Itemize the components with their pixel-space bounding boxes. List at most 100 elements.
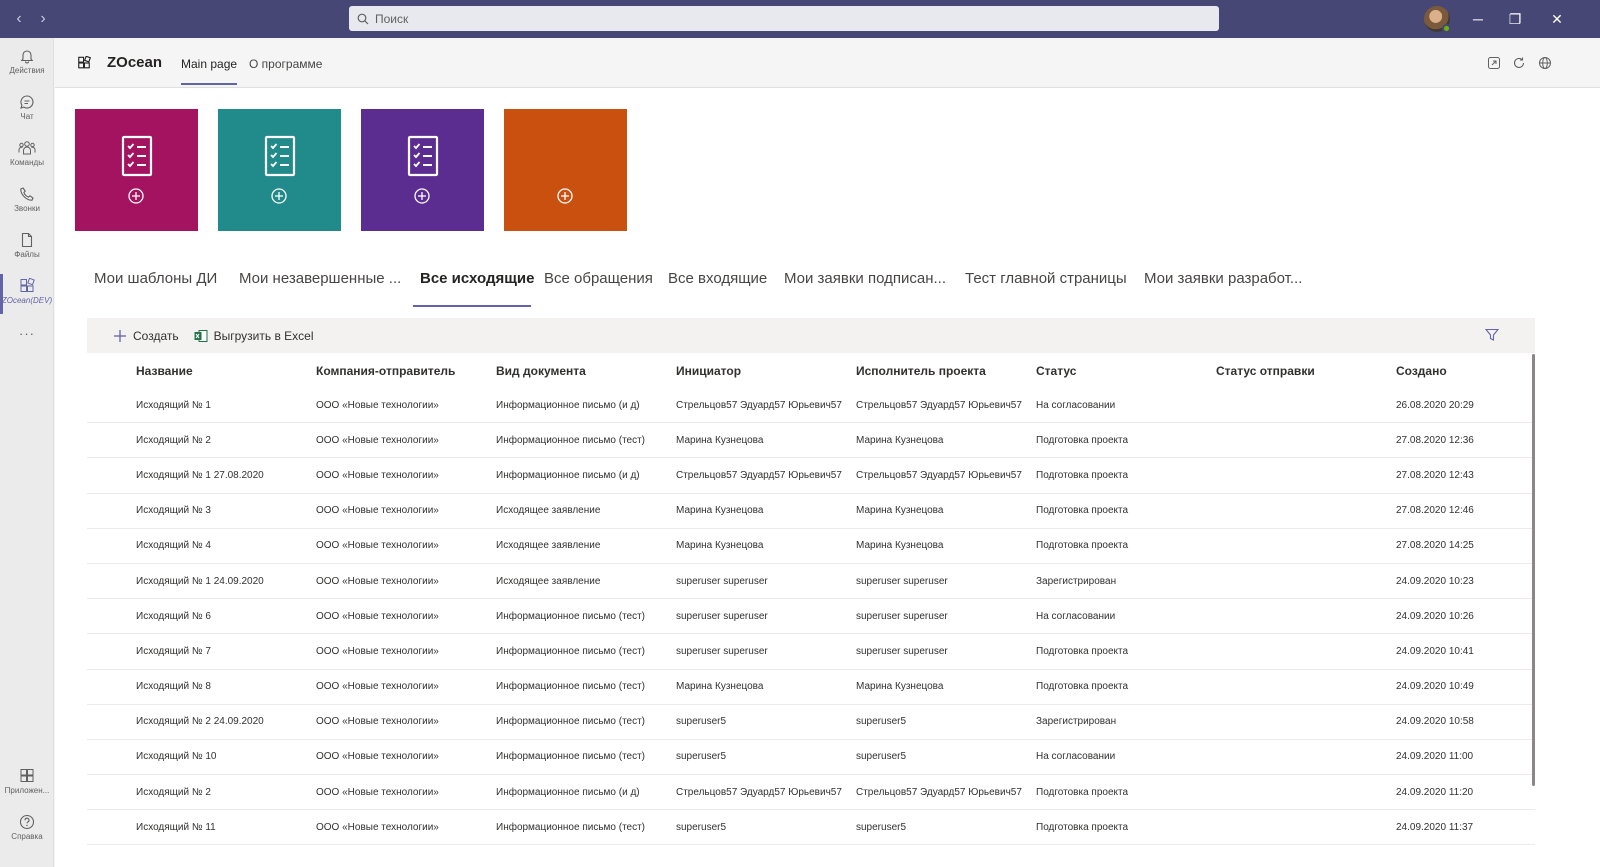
tab-main-page[interactable]: Main page — [181, 57, 238, 85]
table-cell: Исходящий № 4 — [136, 540, 211, 552]
rail-item-activity[interactable]: Действия — [0, 48, 54, 75]
teams-icon — [18, 141, 36, 155]
table-cell: Подготовка проекта — [1036, 540, 1129, 552]
more-icon: ··· — [19, 326, 35, 341]
back-arrow-icon[interactable]: ‹ — [12, 10, 26, 28]
table-scrollbar[interactable] — [1532, 354, 1535, 786]
column-header[interactable]: Инициатор — [676, 353, 851, 388]
checklist-icon — [121, 135, 152, 177]
create-button-label: Создать — [133, 328, 179, 343]
table-row[interactable]: Исходящий № 1 27.08.2020 ООО «Новые техно… — [87, 458, 1535, 494]
column-header[interactable]: Компания-отправитель — [316, 353, 491, 388]
table-row[interactable]: Исходящий № 1 ООО «Новые технологии» Инфор… — [87, 388, 1535, 424]
table-cell: Информационное письмо (тест) — [496, 681, 646, 693]
table-cell: На согласовании — [1036, 610, 1116, 622]
table-row[interactable]: Исходящий № 2 ООО «Новые технологии» Инфор… — [87, 423, 1535, 459]
column-header[interactable]: Статус — [1036, 353, 1211, 388]
table-cell: Информационное письмо (тест) — [496, 610, 646, 622]
column-header[interactable]: Вид документа — [496, 353, 671, 388]
view-tab[interactable]: Мои заявки подписан... — [784, 270, 946, 287]
view-tab[interactable]: Все обращения — [544, 270, 653, 287]
table-row[interactable]: Исходящий № 7 ООО «Новые технологии» Инфор… — [87, 634, 1535, 670]
table-cell: Исходящий № 2 — [136, 786, 211, 798]
forward-arrow-icon[interactable]: › — [36, 10, 50, 28]
restore-button[interactable]: ❐ — [1492, 0, 1538, 38]
table-cell — [1216, 423, 1391, 457]
table-cell: Стрельцов57 Эдуард57 Юрьевич57 — [676, 786, 842, 798]
view-tab[interactable]: Мои заявки разработ... — [1144, 270, 1302, 287]
rail-label: Действия — [9, 66, 45, 75]
table-cell: 24.09.2020 11:37 — [1396, 821, 1474, 833]
documents-table: Название Компания-отправитель Вид документ… — [87, 353, 1535, 846]
rail-item-zocean[interactable]: ZOcean(DEV) — [0, 274, 54, 314]
table-cell: superuser5 — [856, 751, 907, 763]
table-cell: Исходящее заявление — [496, 505, 601, 517]
view-tab[interactable]: Мои незавершенные ... — [239, 270, 401, 287]
table-row[interactable]: Исходящий № 3 ООО «Новые технологии» Исход… — [87, 494, 1535, 529]
file-icon — [21, 232, 33, 248]
table-row[interactable]: Исходящий № 8 ООО «Новые технологии» Инфор… — [87, 670, 1535, 705]
export-excel-button[interactable]: Выгрузить в Excel — [194, 329, 314, 343]
app-rail: Действия Чат Команды Звонки Файлы ZOcean… — [0, 38, 54, 867]
search-input[interactable]: Поиск — [349, 6, 1219, 31]
tab-about[interactable]: О программе — [249, 57, 322, 71]
active-tab-indicator — [413, 305, 531, 307]
column-header[interactable]: Исполнитель проекта — [856, 353, 1031, 388]
avatar[interactable] — [1424, 6, 1451, 33]
rail-label: Звонки — [14, 204, 40, 213]
table-cell: 27.08.2020 12:46 — [1396, 505, 1474, 517]
search-icon — [357, 13, 369, 24]
checklist-icon — [264, 135, 295, 177]
table-cell: Информационное письмо (и д) — [496, 469, 640, 481]
table-cell: superuser5 — [676, 716, 727, 728]
table-cell — [1216, 705, 1391, 739]
table-row[interactable]: Исходящий № 2 ООО «Новые технологии» Инфор… — [87, 775, 1535, 811]
popout-icon[interactable] — [1487, 56, 1501, 70]
create-tile-2[interactable] — [218, 109, 341, 231]
create-button[interactable]: Создать — [113, 329, 179, 343]
rail-item-apps[interactable]: Приложен... — [0, 768, 54, 795]
table-cell: ООО «Новые технологии» — [316, 469, 439, 481]
refresh-icon[interactable] — [1512, 56, 1526, 70]
table-cell: Исходящее заявление — [496, 575, 601, 587]
table-row[interactable]: Исходящий № 2 24.09.2020 ООО «Новые техно… — [87, 705, 1535, 740]
table-cell: Информационное письмо (тест) — [496, 434, 646, 446]
rail-label: Чат — [20, 112, 34, 121]
more-apps-button[interactable]: ··· — [0, 326, 54, 341]
presence-available-icon — [1442, 24, 1451, 33]
table-row[interactable]: Исходящий № 6 ООО «Новые технологии» Инфор… — [87, 599, 1535, 635]
filter-icon[interactable] — [1485, 328, 1499, 342]
table-row[interactable]: Исходящий № 1 24.09.2020 ООО «Новые техно… — [87, 564, 1535, 600]
create-tile-4[interactable] — [504, 109, 627, 231]
table-row[interactable]: Исходящий № 10 ООО «Новые технологии» Инфо… — [87, 740, 1535, 776]
export-button-label: Выгрузить в Excel — [213, 328, 314, 343]
view-tab[interactable]: Мои шаблоны ДИ — [94, 270, 217, 287]
rail-item-files[interactable]: Файлы — [0, 232, 54, 259]
table-cell — [1216, 634, 1391, 668]
table-cell: Стрельцов57 Эдуард57 Юрьевич57 — [676, 469, 842, 481]
table-cell: superuser superuser — [676, 575, 768, 587]
table-cell: Зарегистрирован — [1036, 716, 1117, 728]
view-tab[interactable]: Все исходящие — [420, 270, 534, 287]
plus-icon — [114, 329, 126, 342]
table-cell: Марина Кузнецова — [676, 505, 764, 517]
create-tile-3[interactable] — [361, 109, 484, 231]
rail-item-help[interactable]: Справка — [0, 814, 54, 841]
view-tab[interactable]: Все входящие — [668, 270, 767, 287]
table-cell: ООО «Новые технологии» — [316, 821, 439, 833]
rail-item-calls[interactable]: Звонки — [0, 186, 54, 213]
table-cell: ООО «Новые технологии» — [316, 434, 439, 446]
add-circle-icon — [557, 188, 573, 204]
add-circle-icon — [128, 188, 144, 204]
create-tile-1[interactable] — [75, 109, 198, 231]
table-row[interactable]: Исходящий № 4 ООО «Новые технологии» Исход… — [87, 529, 1535, 564]
close-button[interactable]: ✕ — [1534, 0, 1580, 38]
rail-item-teams[interactable]: Команды — [0, 140, 54, 167]
view-tab[interactable]: Тест главной страницы — [965, 270, 1127, 287]
globe-icon[interactable] — [1538, 56, 1552, 70]
column-header[interactable]: Создано — [1396, 353, 1526, 388]
table-row[interactable]: Исходящий № 11 ООО «Новые технологии» Инфо… — [87, 810, 1535, 846]
column-header[interactable]: Название — [136, 353, 311, 388]
rail-item-chat[interactable]: Чат — [0, 94, 54, 121]
column-header[interactable]: Статус отправки — [1216, 353, 1391, 388]
